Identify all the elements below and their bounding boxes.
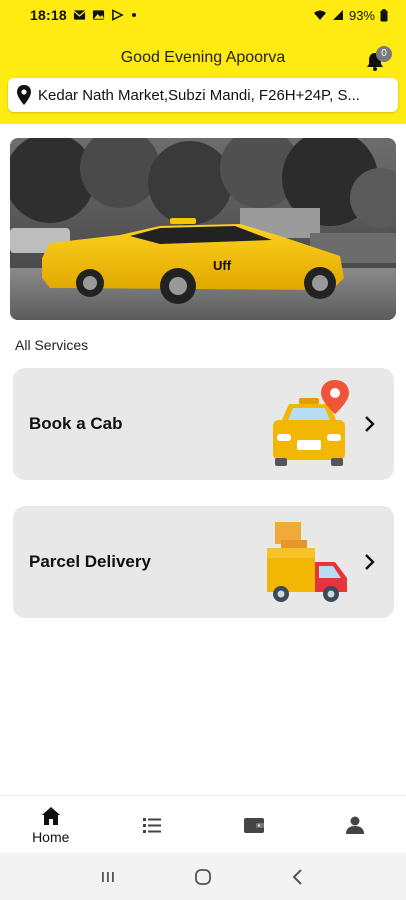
nav-home[interactable]: Home: [0, 796, 102, 853]
system-navigation-bar: [0, 853, 406, 900]
bottom-navigation: Home: [0, 795, 406, 853]
taxi-brand-text: Uff: [213, 258, 232, 273]
parcel-delivery-label: Parcel Delivery: [29, 552, 151, 571]
book-a-cab-card[interactable]: Book a Cab: [13, 368, 394, 480]
location-address: Kedar Nath Market,Subzi Mandi, F26H+24P,…: [38, 86, 360, 104]
status-time: 18:18: [30, 7, 67, 23]
image-icon: [92, 10, 104, 20]
list-icon: [143, 817, 162, 833]
wifi-icon: [313, 10, 326, 20]
all-services-heading: All Services: [15, 337, 89, 353]
recent-apps-icon[interactable]: [99, 868, 117, 886]
mail-icon: [73, 10, 86, 20]
status-bar: 18:18 93%: [0, 0, 406, 30]
play-store-icon: [111, 9, 124, 21]
nav-wallet[interactable]: [203, 796, 305, 853]
taxi-photo: Uff: [10, 138, 396, 320]
wallet-icon: [243, 817, 264, 833]
battery-percentage: 93%: [348, 7, 375, 23]
home-circle-icon[interactable]: [194, 868, 212, 886]
promo-banner-image: Uff: [10, 138, 396, 320]
book-a-cab-label: Book a Cab: [29, 414, 123, 433]
greeting-text: Good Evening Apoorva: [120, 49, 286, 66]
battery-icon: [380, 8, 388, 21]
app-header: Good Evening Apoorva 0 Kedar Nath Market…: [0, 30, 406, 124]
notification-button[interactable]: 0: [364, 46, 392, 72]
nav-home-label: Home: [32, 828, 70, 845]
parcel-delivery-card[interactable]: Parcel Delivery: [13, 506, 394, 618]
signal-icon: [332, 10, 343, 20]
taxi-with-location-pin-icon: [273, 380, 349, 466]
notification-badge: 0: [376, 46, 392, 62]
chevron-right-icon: [365, 554, 375, 570]
home-icon: [41, 806, 60, 825]
nav-list[interactable]: [102, 796, 204, 853]
nav-profile[interactable]: [305, 796, 406, 853]
chevron-right-icon: [365, 416, 375, 432]
back-icon[interactable]: [289, 868, 307, 886]
notification-dot-icon: [131, 13, 136, 17]
location-pin-icon: [17, 85, 31, 105]
profile-icon: [346, 816, 365, 834]
location-bar[interactable]: Kedar Nath Market,Subzi Mandi, F26H+24P,…: [8, 78, 398, 112]
delivery-truck-icon: [267, 522, 347, 602]
